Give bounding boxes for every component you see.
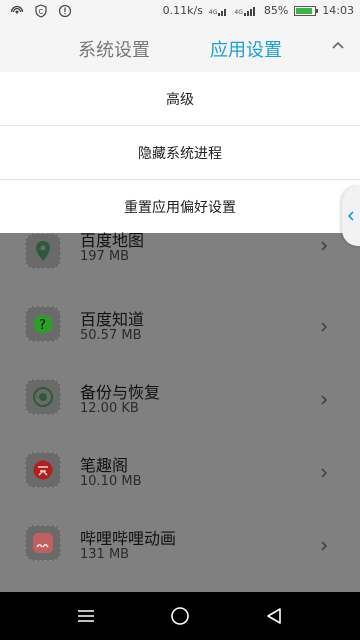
signal-2-icon: 4G bbox=[234, 6, 257, 16]
battery-percent: 85% bbox=[263, 4, 289, 17]
app-size: 131 MB bbox=[80, 547, 130, 562]
chevron-right-icon bbox=[318, 237, 330, 251]
app-name: 备份与恢复 bbox=[80, 383, 161, 402]
net-speed: 0.11k/s bbox=[162, 4, 203, 17]
net-tag-2: 4G bbox=[234, 8, 243, 16]
app-name: 哔哩哔哩动画 bbox=[80, 529, 177, 548]
navigation-bar bbox=[0, 592, 360, 640]
net-tag-1: 4G bbox=[208, 8, 218, 16]
app-size: 50.57 MB bbox=[80, 328, 142, 343]
app-name: 百度知道 bbox=[80, 310, 145, 329]
alert-icon bbox=[58, 4, 72, 18]
map-pin-icon bbox=[25, 233, 61, 269]
back-icon[interactable] bbox=[262, 604, 286, 628]
restore-icon bbox=[25, 379, 61, 415]
app-list: 百度地图 197 MB ? 百度知道 50.57 MB 备份与恢复 12.00 … bbox=[0, 231, 360, 592]
battery-fill bbox=[296, 7, 313, 14]
list-item[interactable]: 百度地图 197 MB bbox=[0, 225, 360, 298]
app-size: 197 MB bbox=[80, 249, 130, 264]
status-left-icons: C bbox=[10, 4, 72, 18]
hotspot-icon bbox=[10, 4, 24, 18]
status-bar: C 0.11k/s 4G 4G 85% 14:03 bbox=[0, 0, 360, 24]
signal-1-icon: 4G bbox=[209, 6, 228, 16]
status-right: 0.11k/s 4G 4G 85% 14:03 bbox=[163, 4, 354, 17]
chevron-right-icon bbox=[318, 464, 330, 478]
book-icon bbox=[25, 452, 61, 488]
chevron-up-icon[interactable] bbox=[330, 38, 346, 54]
time: 14:03 bbox=[322, 4, 354, 17]
chevron-right-icon bbox=[318, 537, 330, 551]
chevron-right-icon bbox=[318, 391, 330, 405]
home-icon[interactable] bbox=[168, 604, 192, 628]
battery-icon bbox=[294, 5, 319, 16]
tab-app-settings[interactable]: 应用设置 bbox=[210, 36, 282, 62]
app-size: 10.10 MB bbox=[80, 474, 142, 489]
menu-item-advanced[interactable]: 高级 bbox=[0, 72, 360, 125]
menu-icon[interactable] bbox=[74, 604, 98, 628]
shield-icon: C bbox=[34, 4, 48, 18]
app-name: 笔趣阁 bbox=[80, 456, 129, 475]
chevron-left-icon bbox=[346, 207, 356, 226]
svg-text:?: ? bbox=[39, 318, 46, 333]
menu-item-hide-system-processes[interactable]: 隐藏系统进程 bbox=[0, 125, 360, 179]
list-item[interactable]: ? 百度知道 50.57 MB bbox=[0, 306, 360, 379]
side-panel-handle[interactable] bbox=[342, 186, 360, 246]
settings-tabs: 系统设置 应用设置 bbox=[0, 24, 360, 72]
svg-text:C: C bbox=[39, 8, 44, 16]
app-size: 12.00 KB bbox=[80, 401, 139, 416]
list-item[interactable]: 哔哩哔哩动画 131 MB bbox=[0, 525, 360, 598]
list-item[interactable]: 备份与恢复 12.00 KB bbox=[0, 379, 360, 452]
tab-system-settings[interactable]: 系统设置 bbox=[78, 36, 150, 62]
question-icon: ? bbox=[25, 306, 61, 342]
list-item[interactable]: 笔趣阁 10.10 MB bbox=[0, 452, 360, 525]
chevron-right-icon bbox=[318, 318, 330, 332]
overflow-menu: 高级 隐藏系统进程 重置应用偏好设置 bbox=[0, 72, 360, 233]
app-name: 百度地图 bbox=[80, 231, 145, 250]
bilibili-icon bbox=[25, 525, 61, 561]
